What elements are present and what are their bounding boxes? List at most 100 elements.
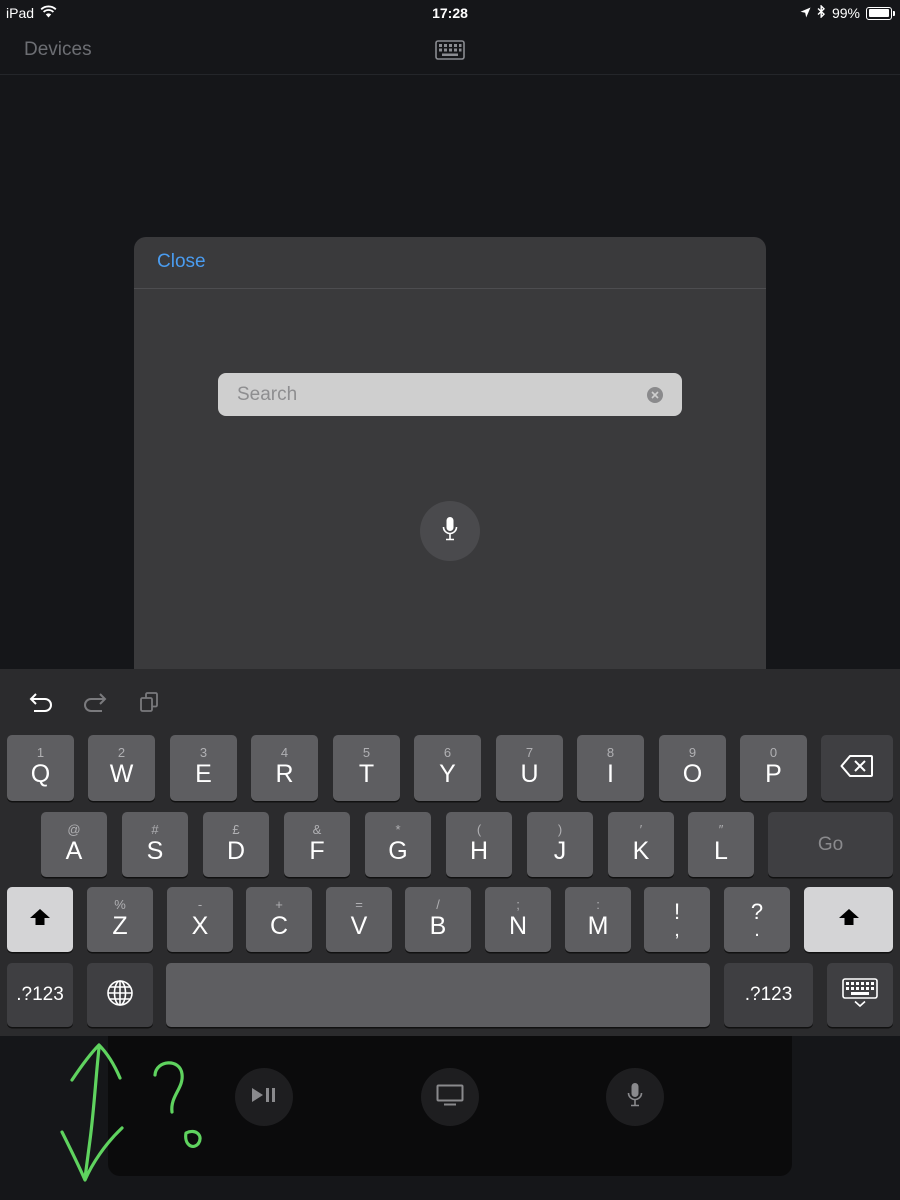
key-primary-label: Z (112, 911, 128, 940)
keyboard-icon[interactable] (435, 40, 465, 65)
microphone-icon (627, 1082, 643, 1113)
remote-mic-button[interactable] (606, 1068, 664, 1126)
go-key[interactable]: Go (768, 812, 893, 877)
key-e[interactable]: 3E (170, 735, 237, 801)
key-v[interactable]: = V (326, 887, 392, 952)
microphone-icon (442, 516, 458, 547)
key-primary-label: I (607, 760, 614, 788)
key-secondary-label: , (674, 918, 680, 941)
key-b[interactable]: / B (405, 887, 471, 952)
key-primary-label: U (520, 760, 539, 788)
tv-button[interactable] (421, 1068, 479, 1126)
shift-key-left[interactable] (7, 887, 73, 952)
key-primary-label: H (469, 836, 489, 865)
key-secondary-label: ′ (639, 821, 643, 837)
play-pause-button[interactable] (235, 1068, 293, 1126)
key-c[interactable]: + C (246, 887, 312, 952)
key-primary-label: X (191, 911, 209, 940)
device-name: iPad (6, 5, 35, 21)
key-l[interactable]: ″ L (688, 812, 754, 877)
numbers-key-right[interactable]: .?123 (724, 963, 813, 1027)
modal-header: Close (134, 237, 766, 289)
key-secondary-label: 4 (280, 745, 289, 760)
key-secondary-label: 2 (117, 745, 126, 760)
key-p[interactable]: 0P (740, 735, 807, 801)
key-j[interactable]: ) J (527, 812, 593, 877)
key-secondary-label: & (312, 821, 322, 837)
key-primary-label: S (146, 836, 164, 865)
key-z[interactable]: % Z (87, 887, 153, 952)
key-primary-label: P (765, 760, 782, 788)
key-secondary-label: 7 (525, 745, 534, 760)
keyboard-dismiss-icon (842, 977, 878, 1013)
key-d[interactable]: £ D (203, 812, 269, 877)
shift-key-right[interactable] (804, 887, 893, 952)
key-secondary-label: @ (67, 821, 81, 837)
key-t[interactable]: 5T (333, 735, 400, 801)
key-secondary-label: . (754, 918, 760, 941)
key-m[interactable]: :M (565, 887, 631, 952)
key-f[interactable]: & F (284, 812, 350, 877)
clipboard-icon[interactable] (134, 689, 164, 715)
search-modal: Close (134, 237, 766, 677)
keyboard-shortcut-bar (0, 669, 900, 733)
key-k[interactable]: ′ K (608, 812, 674, 877)
key-primary-label: R (275, 760, 294, 788)
key-secondary-label: 1 (36, 745, 45, 760)
key-primary-label: K (632, 836, 650, 865)
key-h[interactable]: (H (446, 812, 512, 877)
key-u[interactable]: 7U (496, 735, 563, 801)
key-x[interactable]: -X (167, 887, 233, 952)
key-primary-label: C (269, 911, 289, 940)
key-a[interactable]: @ A (41, 812, 107, 877)
key-secondary-label: # (151, 821, 159, 837)
key-secondary-label: = (355, 896, 363, 912)
key-w[interactable]: 2W (88, 735, 155, 801)
key-secondary-label: * (395, 821, 401, 837)
key-i[interactable]: 8I (577, 735, 644, 801)
key-primary-label: N (508, 911, 528, 940)
key-n[interactable]: ; N (485, 887, 551, 952)
key-question-period[interactable]: ?. (724, 887, 790, 952)
close-button[interactable]: Close (157, 251, 206, 273)
undo-icon[interactable] (26, 689, 56, 715)
key-secondary-label: 9 (688, 745, 697, 760)
key-secondary-label: 5 (362, 745, 371, 760)
numbers-key-label: .?123 (16, 984, 64, 1005)
search-field[interactable] (218, 373, 682, 416)
key-primary-label: D (226, 836, 246, 865)
dictation-button[interactable] (420, 501, 480, 561)
key-o[interactable]: 9O (659, 735, 726, 801)
key-secondary-label: £ (232, 821, 240, 837)
go-key-label: Go (817, 833, 844, 855)
nav-bar: Devices (0, 26, 900, 75)
key-secondary-label: + (275, 896, 283, 912)
key-primary-label: F (309, 836, 325, 865)
globe-key[interactable] (87, 963, 153, 1027)
key-r[interactable]: 4R (251, 735, 318, 801)
key-q[interactable]: 1Q (7, 735, 74, 801)
key-s[interactable]: # S (122, 812, 188, 877)
key-primary-label: J (553, 836, 567, 865)
key-primary-label: E (195, 760, 212, 788)
tv-icon (436, 1084, 464, 1111)
key-g[interactable]: * G (365, 812, 431, 877)
numbers-key-label: .?123 (744, 984, 793, 1005)
wifi-icon (40, 5, 57, 21)
search-input[interactable] (218, 373, 638, 416)
key-exclaim-comma[interactable]: !, (644, 887, 710, 952)
space-bar[interactable] (166, 963, 710, 1027)
hide-keyboard-key[interactable] (827, 963, 893, 1027)
delete-key[interactable] (821, 735, 893, 801)
key-y[interactable]: 6Y (414, 735, 481, 801)
key-primary-label: Q (30, 760, 51, 788)
play-pause-icon (250, 1087, 278, 1108)
redo-icon[interactable] (80, 689, 110, 715)
globe-icon (106, 979, 134, 1012)
status-time: 17:28 (432, 5, 468, 21)
devices-button[interactable]: Devices (24, 39, 92, 61)
location-arrow-icon (800, 5, 811, 21)
key-primary-label: A (65, 836, 83, 865)
clear-icon[interactable] (647, 387, 663, 403)
numbers-key-left[interactable]: .?123 (7, 963, 73, 1027)
